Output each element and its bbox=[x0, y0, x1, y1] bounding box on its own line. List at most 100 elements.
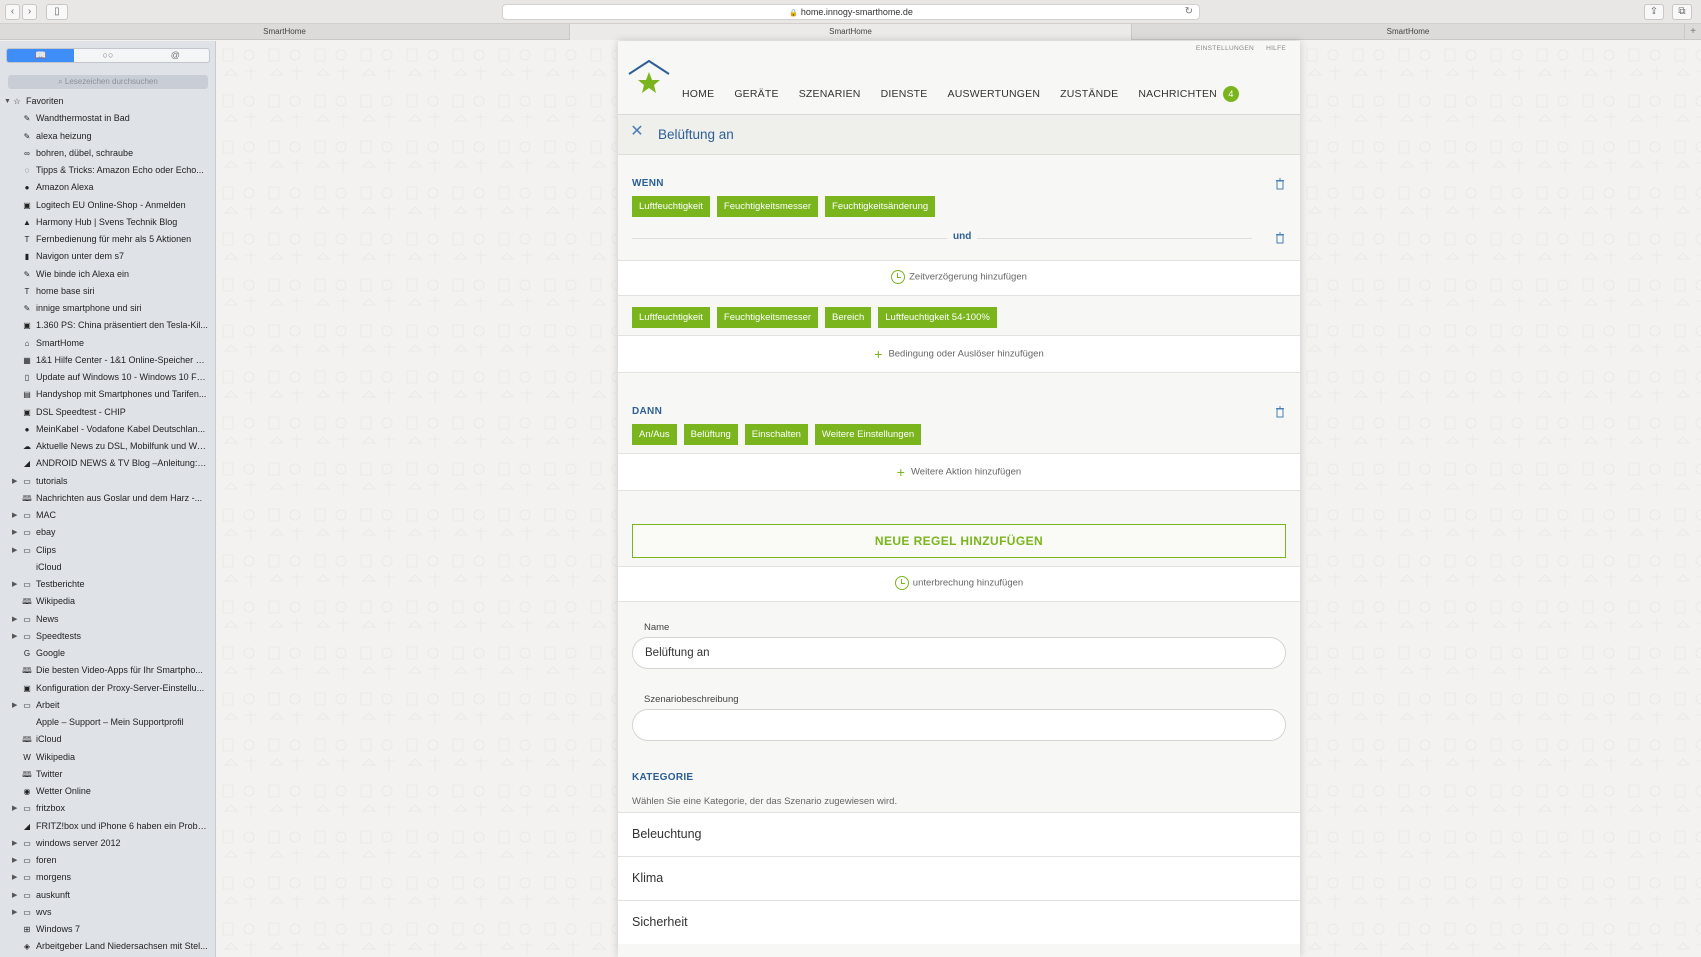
bookmark-folder[interactable]: ▶ ▭ auskunft bbox=[0, 887, 216, 904]
chip-feuchtigkeitsmesser-2[interactable]: Feuchtigkeitsmesser bbox=[716, 307, 819, 328]
bookmark-item[interactable]: ✎ innige smartphone und siri bbox=[0, 300, 216, 317]
bookmark-item[interactable]: ▣ Konfiguration der Proxy-Server-Einstell… bbox=[0, 680, 216, 697]
tab-1[interactable]: SmartHome bbox=[0, 24, 570, 40]
chip-an-aus[interactable]: An/Aus bbox=[632, 424, 677, 445]
add-action-button[interactable]: + Weitere Aktion hinzufügen bbox=[618, 464, 1300, 480]
chip-bereich[interactable]: Bereich bbox=[825, 307, 872, 328]
bookmark-item[interactable]: ▮ Navigon unter dem s7 bbox=[0, 248, 216, 265]
bookmark-folder[interactable]: ▶ ▭ windows server 2012 bbox=[0, 835, 216, 852]
disclosure-open-icon[interactable]: ▼ bbox=[4, 93, 11, 110]
bookmark-item[interactable]: ▯ Update auf Windows 10 - Windows 10 Fo..… bbox=[0, 369, 216, 386]
bookmark-item[interactable]: 🕮 iCloud bbox=[0, 731, 216, 748]
bookmark-item[interactable]: G Google bbox=[0, 645, 216, 662]
chip-feuchtigkeitsmesser[interactable]: Feuchtigkeitsmesser bbox=[716, 196, 819, 217]
bookmark-item[interactable]: ◢ FRITZ!box und iPhone 6 haben ein Proble… bbox=[0, 818, 216, 835]
disclosure-closed-icon[interactable]: ▶ bbox=[12, 524, 17, 541]
nav-auswertungen[interactable]: AUSWERTUNGEN bbox=[948, 88, 1041, 100]
disclosure-closed-icon[interactable]: ▶ bbox=[12, 507, 17, 524]
chip-weitere-einstellungen[interactable]: Weitere Einstellungen bbox=[814, 424, 922, 445]
trash-icon[interactable] bbox=[1275, 406, 1285, 418]
bookmark-folder[interactable]: ▶ ▭ Speedtests bbox=[0, 628, 216, 645]
shared-links-tab-icon[interactable]: @ bbox=[142, 49, 209, 62]
bookmark-item[interactable]: Thome base siri bbox=[0, 283, 216, 300]
bookmark-item[interactable]: ✎ Wandthermostat in Bad bbox=[0, 110, 216, 127]
nav-dienste[interactable]: DIENSTE bbox=[881, 88, 928, 100]
bookmark-folder[interactable]: ▶ ▭ Arbeit bbox=[0, 697, 216, 714]
reload-icon[interactable]: ↻ bbox=[1185, 5, 1193, 19]
name-input[interactable]: Belüftung an bbox=[632, 637, 1286, 669]
bookmark-item[interactable]: iCloud bbox=[0, 559, 216, 576]
bookmark-item[interactable]: ◈ Arbeitgeber Land Niedersachsen mit Stel… bbox=[0, 938, 216, 955]
disclosure-closed-icon[interactable]: ▶ bbox=[12, 904, 17, 921]
nav-szenarien[interactable]: SZENARIEN bbox=[799, 88, 861, 100]
bookmarks-tab-icon[interactable]: 📖 bbox=[7, 49, 75, 62]
sidebar-toggle-icon[interactable]: ▯ bbox=[46, 4, 68, 20]
disclosure-closed-icon[interactable]: ▶ bbox=[12, 628, 17, 645]
bookmark-folder[interactable]: ▶ ▭ Testberichte bbox=[0, 576, 216, 593]
disclosure-closed-icon[interactable]: ▶ bbox=[12, 800, 17, 817]
chip-belueftung[interactable]: Belüftung bbox=[683, 424, 738, 445]
trash-icon[interactable] bbox=[1275, 178, 1285, 190]
add-interruption-button[interactable]: unterbrechung hinzufügen bbox=[618, 576, 1300, 590]
bookmark-item[interactable]: ☁ Aktuelle News zu DSL, Mobilfunk und We.… bbox=[0, 438, 216, 455]
new-tab-button[interactable]: + bbox=[1685, 24, 1701, 39]
reading-list-tab-icon[interactable]: ○○ bbox=[74, 49, 141, 62]
chip-feuchtigkeitsaenderung[interactable]: Feuchtigkeitsänderung bbox=[825, 196, 936, 217]
add-condition-button[interactable]: + Bedingung oder Auslöser hinzufügen bbox=[618, 346, 1300, 362]
disclosure-closed-icon[interactable]: ▶ bbox=[12, 887, 17, 904]
bookmark-item[interactable]: ∞ bohren, dübel, schraube bbox=[0, 145, 216, 162]
disclosure-closed-icon[interactable]: ▶ bbox=[12, 576, 17, 593]
bookmark-folder[interactable]: ▶ ▭ morgens bbox=[0, 869, 216, 886]
forward-button[interactable]: › bbox=[22, 4, 37, 20]
bookmark-item[interactable]: ✎ Wie binde ich Alexa ein bbox=[0, 266, 216, 283]
bookmark-folder[interactable]: ▶ ▭ ebay bbox=[0, 524, 216, 541]
disclosure-closed-icon[interactable]: ▶ bbox=[12, 697, 17, 714]
new-rule-button[interactable]: NEUE REGEL HINZUFÜGEN bbox=[632, 524, 1286, 558]
bookmark-item[interactable]: ▤ Handyshop mit Smartphones und Tarifen..… bbox=[0, 386, 216, 403]
help-link[interactable]: HILFE bbox=[1266, 45, 1286, 52]
bookmark-item[interactable]: ● Amazon Alexa bbox=[0, 179, 216, 196]
nav-nachrichten[interactable]: NACHRICHTEN 4 bbox=[1138, 86, 1239, 102]
nav-home[interactable]: HOME bbox=[682, 88, 714, 100]
bookmark-item[interactable]: ▣ Logitech EU Online-Shop - Anmelden bbox=[0, 197, 216, 214]
back-button[interactable]: ‹ bbox=[5, 4, 20, 20]
category-klima[interactable]: Klima bbox=[618, 856, 1300, 900]
bookmark-folder[interactable]: ▶ ▭ MAC bbox=[0, 507, 216, 524]
close-icon[interactable]: ✕ bbox=[630, 124, 644, 140]
bookmark-item[interactable]: ● MeinKabel - Vodafone Kabel Deutschlan..… bbox=[0, 421, 216, 438]
chip-luftfeuchtigkeit-range[interactable]: Luftfeuchtigkeit 54-100% bbox=[878, 307, 997, 328]
chip-einschalten[interactable]: Einschalten bbox=[744, 424, 808, 445]
tabs-overview-icon[interactable]: ⧉ bbox=[1672, 4, 1692, 20]
bookmark-item[interactable]: ⌂ SmartHome bbox=[0, 335, 216, 352]
bookmark-item[interactable]: Apple – Support – Mein Supportprofil bbox=[0, 714, 216, 731]
disclosure-closed-icon[interactable]: ▶ bbox=[12, 869, 17, 886]
bookmark-item[interactable]: 🕮 Nachrichten aus Goslar und dem Harz -..… bbox=[0, 490, 216, 507]
nav-geraete[interactable]: GERÄTE bbox=[734, 88, 778, 100]
bookmark-item[interactable]: ◉ Wetter Online bbox=[0, 783, 216, 800]
settings-link[interactable]: EINSTELLUNGEN bbox=[1196, 45, 1254, 52]
bookmark-item[interactable]: ◢ ANDROID NEWS & TV Blog –Anleitung: S... bbox=[0, 455, 216, 472]
disclosure-closed-icon[interactable]: ▶ bbox=[12, 611, 17, 628]
bookmark-folder[interactable]: ▶ ▭ foren bbox=[0, 852, 216, 869]
bookmark-item[interactable]: 🕮 Die besten Video-Apps für Ihr Smartpho.… bbox=[0, 662, 216, 679]
bookmark-item[interactable]: ✎ alexa heizung bbox=[0, 128, 216, 145]
bookmark-item[interactable]: ⊞ Windows 7 bbox=[0, 921, 216, 938]
bookmark-item[interactable]: 🕮 Wikipedia bbox=[0, 593, 216, 610]
disclosure-closed-icon[interactable]: ▶ bbox=[12, 852, 17, 869]
bookmark-folder[interactable]: ▶ ▭ wvs bbox=[0, 904, 216, 921]
innogy-house-logo[interactable] bbox=[627, 58, 671, 98]
nav-zustaende[interactable]: ZUSTÄNDE bbox=[1060, 88, 1118, 100]
disclosure-closed-icon[interactable]: ▶ bbox=[12, 835, 17, 852]
bookmark-item[interactable]: ◌ Tipps & Tricks: Amazon Echo oder Echo..… bbox=[0, 162, 216, 179]
bookmark-item[interactable]: W Wikipedia bbox=[0, 749, 216, 766]
add-delay-button[interactable]: Zeitverzögerung hinzufügen bbox=[618, 270, 1300, 284]
bookmark-folder[interactable]: ▶ ▭ News bbox=[0, 611, 216, 628]
bookmark-item[interactable]: ▦ 1&1 Hilfe Center - 1&1 Online-Speicher … bbox=[0, 352, 216, 369]
favorites-folder[interactable]: ▼ ☆ Favoriten bbox=[0, 93, 216, 110]
disclosure-closed-icon[interactable]: ▶ bbox=[12, 473, 17, 490]
chip-luftfeuchtigkeit[interactable]: Luftfeuchtigkeit bbox=[632, 196, 710, 217]
bookmark-folder[interactable]: ▶ ▭ tutorials bbox=[0, 473, 216, 490]
description-input[interactable] bbox=[632, 709, 1286, 741]
tab-3[interactable]: SmartHome bbox=[1132, 24, 1685, 40]
trash-icon[interactable] bbox=[1275, 232, 1285, 244]
